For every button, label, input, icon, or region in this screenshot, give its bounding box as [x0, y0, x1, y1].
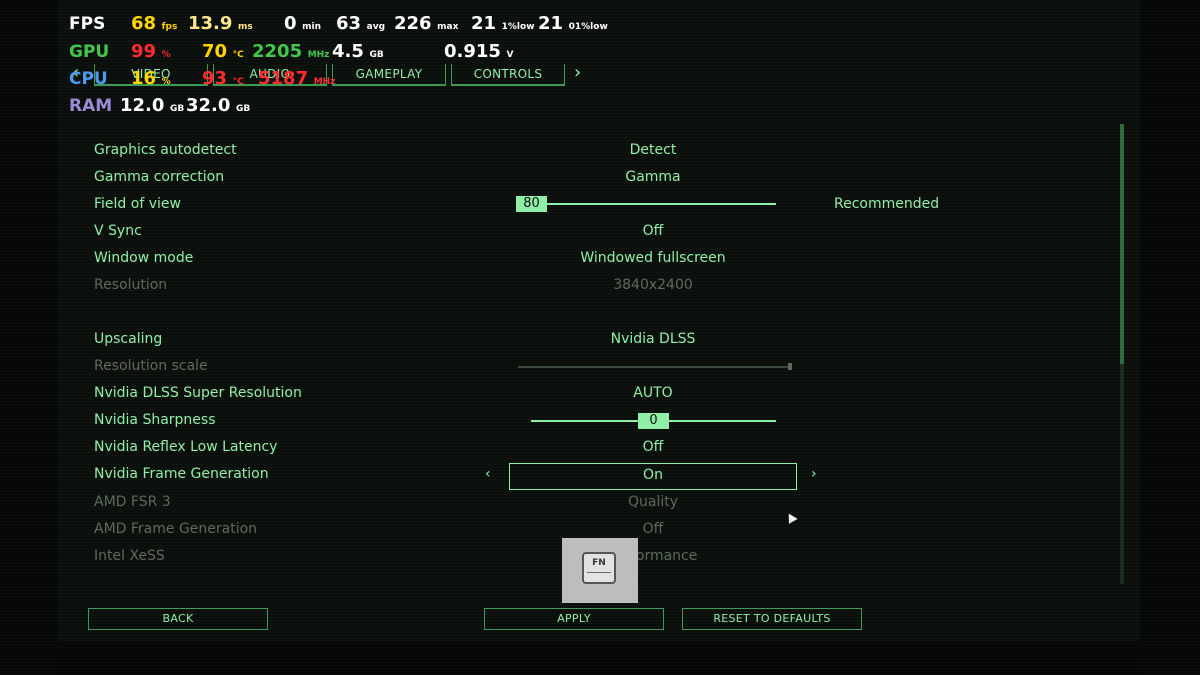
osd-frametime: 13.9 ms	[188, 13, 253, 34]
setting-label-graphics-autodetect: Graphics autodetect	[94, 142, 237, 158]
setting-value-intel-xess: Performance	[608, 548, 698, 564]
setting-value-reflex[interactable]: Off	[509, 439, 797, 455]
osd-gpu-clock: 2205 MHz	[252, 41, 330, 62]
fn-key-overlay: FN	[562, 538, 638, 603]
osd-fps-1low: 21 1%low	[471, 13, 535, 34]
setting-label-window-mode: Window mode	[94, 250, 194, 266]
osd-cpu-label: CPU	[69, 69, 108, 89]
osd-gpu-mem: 4.5 GB	[332, 41, 384, 62]
resolution-scale-slider-knob	[788, 363, 792, 370]
apply-button[interactable]: APPLY	[484, 608, 664, 630]
fov-slider-track[interactable]	[516, 203, 776, 205]
setting-label-vsync: V Sync	[94, 223, 142, 239]
osd-ram-used: 12.0 GB	[120, 95, 185, 116]
scrollbar-thumb[interactable]	[1120, 124, 1124, 364]
setting-value-gamma[interactable]: Gamma	[509, 169, 797, 185]
frame-generation-prev-arrow-icon[interactable]: ‹	[485, 466, 491, 482]
osd-gpu-usage: 99 %	[131, 41, 171, 62]
setting-value-upscaling[interactable]: Nvidia DLSS	[509, 331, 797, 347]
setting-label-intel-xess: Intel XeSS	[94, 548, 165, 564]
osd-ram-total: 32.0 GB	[186, 95, 251, 116]
bottom-shade	[58, 641, 1140, 675]
setting-value-amd-frame-generation: Off	[642, 521, 664, 537]
setting-label-resolution-scale: Resolution scale	[94, 358, 208, 374]
setting-value-frame-generation[interactable]: On	[509, 467, 797, 483]
setting-value-resolution: 3840x2400	[613, 277, 693, 293]
setting-value-vsync[interactable]: Off	[509, 223, 797, 239]
setting-label-fov: Field of view	[94, 196, 181, 212]
setting-value-dlss-super-resolution[interactable]: AUTO	[509, 385, 797, 401]
osd-cpu-usage: 16 %	[131, 68, 171, 89]
right-border	[1140, 0, 1200, 675]
osd-gpu-label: GPU	[69, 42, 110, 62]
fov-recommended-label: Recommended	[834, 196, 940, 212]
osd-gpu-volt: 0.915 V	[444, 41, 514, 62]
tab-gameplay[interactable]: GAMEPLAY	[332, 64, 446, 86]
osd-cpu-clock: 5187 MHz	[258, 68, 336, 89]
setting-label-amd-fsr3: AMD FSR 3	[94, 494, 171, 510]
left-border	[0, 0, 58, 675]
fn-key-icon: FN	[582, 552, 616, 584]
setting-label-amd-frame-generation: AMD Frame Generation	[94, 521, 258, 537]
osd-fps-01low: 21 01%low	[538, 13, 608, 34]
tab-controls[interactable]: CONTROLS	[451, 64, 565, 86]
osd-fps-current: 68 fps	[131, 13, 178, 34]
back-button[interactable]: BACK	[88, 608, 268, 630]
resolution-scale-slider-track	[518, 366, 792, 368]
setting-value-window-mode[interactable]: Windowed fullscreen	[509, 250, 797, 266]
setting-label-reflex: Nvidia Reflex Low Latency	[94, 439, 278, 455]
osd-cpu-temp: 93 °C	[202, 68, 244, 89]
reset-to-defaults-button[interactable]: RESET TO DEFAULTS	[682, 608, 862, 630]
fov-slider-knob[interactable]: 80	[516, 196, 547, 212]
setting-label-resolution: Resolution	[94, 277, 168, 293]
setting-label-dlss-super-resolution: Nvidia DLSS Super Resolution	[94, 385, 302, 401]
setting-label-frame-generation: Nvidia Frame Generation	[94, 466, 269, 482]
tab-next-arrow-icon[interactable]: ›	[574, 62, 581, 83]
osd-fps-avg: 63 avg	[336, 13, 386, 34]
setting-label-nvidia-sharpness: Nvidia Sharpness	[94, 412, 216, 428]
setting-label-gamma: Gamma correction	[94, 169, 225, 185]
sharpness-slider-knob[interactable]: 0	[638, 413, 669, 429]
osd-fps-max: 226 max	[394, 13, 459, 34]
setting-value-amd-fsr3: Quality	[627, 494, 679, 510]
setting-label-upscaling: Upscaling	[94, 331, 163, 347]
osd-fps-label: FPS	[69, 14, 106, 34]
setting-value-graphics-autodetect[interactable]: Detect	[509, 142, 797, 158]
osd-gpu-temp: 70 °C	[202, 41, 244, 62]
osd-ram-label: RAM	[69, 96, 113, 116]
frame-generation-next-arrow-icon[interactable]: ›	[811, 466, 817, 482]
osd-fps-min: 0 min	[284, 13, 321, 34]
settings-scrollbar[interactable]	[1120, 124, 1124, 584]
